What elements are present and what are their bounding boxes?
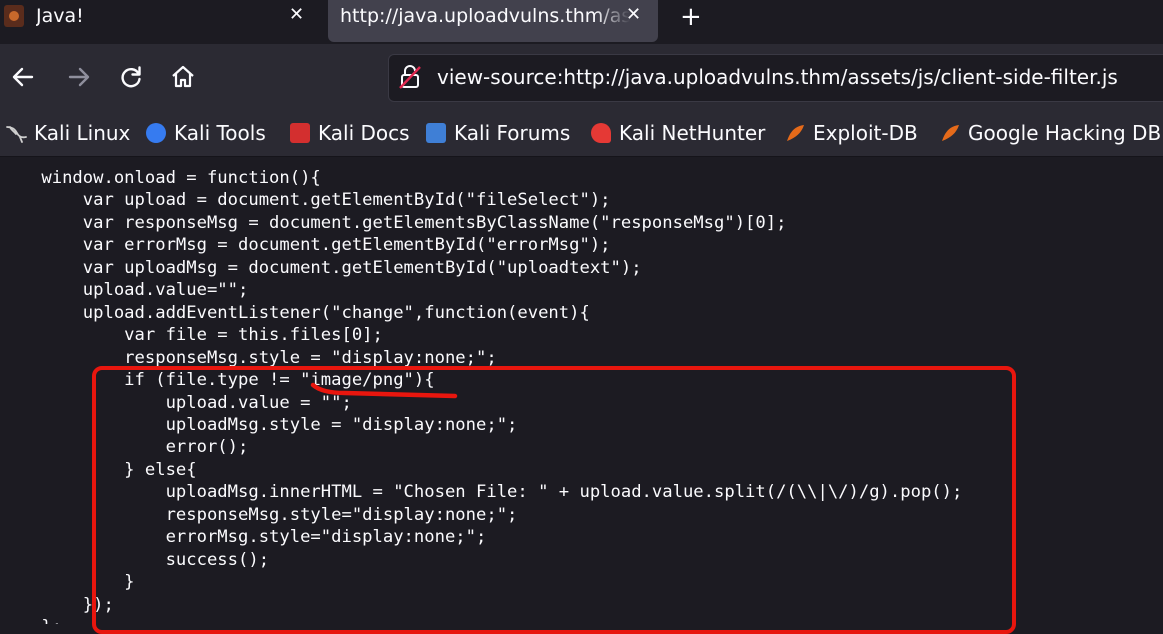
source-line: upload.addEventListener("change",functio… [0,302,590,323]
source-line: uploadMsg.style = "display:none;"; [0,414,518,435]
source-line: var errorMsg = document.getElementById("… [0,235,611,256]
close-tab-icon[interactable]: ✕ [289,4,304,25]
bookmark-label: Google Hacking DB [968,121,1162,145]
bookmark-label: Exploit-DB [813,121,918,145]
source-line: } else{ [0,459,197,480]
navigation-toolbar: view-source:http://java.uploadvulns.thm/… [0,44,1163,112]
bookmark-label: Kali NetHunter [619,121,766,145]
source-line: success(); [0,549,270,570]
tab-view-source[interactable]: http://java.uploadvulns.thm/assets/js/cl… [328,0,658,42]
tab-strip: Java! ✕ http://java.uploadvulns.thm/asse… [0,0,1163,44]
tab-java[interactable]: Java! ✕ [0,0,318,42]
source-line: }); [0,594,114,615]
kali-dragon-icon [6,123,27,143]
bookmark-kali-forums[interactable]: Kali Forums [426,118,570,148]
source-line: var responseMsg = document.getElementsBy… [0,212,787,233]
bookmark-google-hacking-db[interactable]: Google Hacking DB [940,118,1161,148]
reload-icon[interactable] [118,64,144,96]
kali-docs-icon [290,123,310,143]
bookmark-label: Kali Docs [318,121,410,145]
bookmark-kali-docs[interactable]: Kali Docs [290,118,410,148]
bookmark-label: Kali Tools [174,121,266,145]
bookmark-kali-nethunter[interactable]: Kali NetHunter [591,118,765,148]
source-line: errorMsg.style="display:none;"; [0,527,487,548]
source-line: } [0,572,135,593]
bookmark-label: Kali Forums [454,121,571,145]
url-text[interactable]: view-source:http://java.uploadvulns.thm/… [437,65,1118,89]
home-icon[interactable] [170,64,196,96]
source-line: upload.value = ""; [0,392,352,413]
forward-arrow-icon[interactable] [66,64,92,96]
close-tab-icon[interactable]: ✕ [626,4,641,25]
source-line: responseMsg.style="display:none;"; [0,504,518,525]
exploit-db-icon [785,123,805,143]
source-line: window.onload = function(){ [0,168,321,188]
bookmark-exploit-db[interactable]: Exploit-DB [785,118,918,148]
kali-nethunter-icon [591,123,611,143]
address-bar[interactable]: view-source:http://java.uploadvulns.thm/… [388,54,1163,102]
source-line: }; [0,616,62,624]
favicon-icon [4,5,24,27]
source-line: error(); [0,437,249,458]
new-tab-button[interactable]: + [680,2,702,32]
source-line: var file = this.files[0]; [0,325,383,346]
tab-title: Java! [36,5,84,27]
kali-tools-icon [146,123,166,143]
tab-title: http://java.uploadvulns.thm/assets/js/cl… [340,5,630,27]
back-arrow-icon[interactable] [10,64,36,96]
source-line: responseMsg.style = "display:none;"; [0,347,497,368]
source-line: uploadMsg.innerHTML = "Chosen File: " + … [0,482,963,503]
google-hacking-db-icon [940,123,960,143]
bookmarks-toolbar: Kali Linux Kali Tools Kali Docs Kali For… [0,112,1163,157]
source-line: if (file.type != "image/png"){ [0,370,435,391]
kali-forums-icon [426,123,446,143]
source-line: var uploadMsg = document.getElementById(… [0,257,642,278]
bookmark-kali-linux[interactable]: Kali Linux [6,118,130,148]
bookmark-kali-tools[interactable]: Kali Tools [146,118,266,148]
bookmark-label: Kali Linux [34,121,131,145]
source-line: var upload = document.getElementById("fi… [0,190,611,211]
source-line: upload.value=""; [0,280,249,301]
insecure-lock-icon[interactable] [399,64,421,90]
view-source-content: window.onload = function(){ var upload =… [0,157,1163,624]
